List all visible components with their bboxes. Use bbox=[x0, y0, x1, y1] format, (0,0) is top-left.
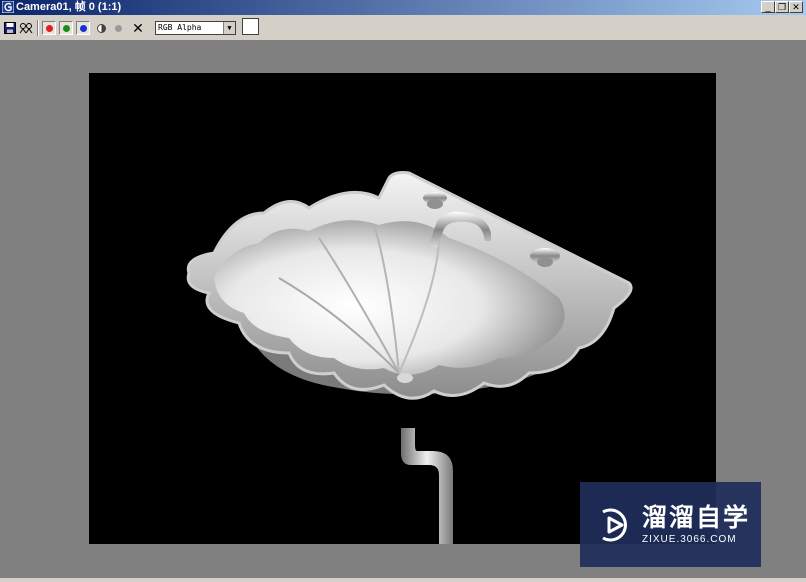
watermark-logo-text: 溜溜自学 bbox=[642, 504, 751, 532]
restore-button[interactable]: ❐ bbox=[775, 1, 789, 13]
watermark-url: ZIXUE.3066.COM bbox=[642, 534, 737, 545]
red-channel-icon[interactable] bbox=[42, 21, 56, 35]
rendered-sink-image bbox=[186, 171, 633, 544]
play-logo-icon bbox=[602, 508, 627, 542]
clear-icon[interactable]: ✕ bbox=[131, 21, 145, 35]
clear-glyph: ✕ bbox=[132, 20, 144, 36]
alpha-icon[interactable] bbox=[111, 21, 125, 35]
watermark: 溜溜自学 ZIXUE.3066.COM bbox=[580, 482, 761, 567]
background-color-swatch[interactable] bbox=[242, 18, 259, 35]
blue-channel-icon[interactable] bbox=[76, 21, 90, 35]
app-icon bbox=[2, 1, 14, 13]
save-icon[interactable] bbox=[3, 21, 17, 35]
green-channel-icon[interactable] bbox=[59, 21, 73, 35]
render-viewport bbox=[89, 73, 716, 544]
minimize-button[interactable]: _ bbox=[761, 1, 775, 13]
toolbar-separator bbox=[37, 20, 39, 36]
channel-select-value: RGB Alpha bbox=[158, 23, 202, 32]
render-toolbar: ✕ RGB Alpha ▼ bbox=[0, 15, 806, 41]
clone-icon[interactable] bbox=[19, 21, 33, 35]
title-bar: Camera01, 帧 0 (1:1) _ ❐ ✕ bbox=[0, 0, 806, 15]
close-button[interactable]: ✕ bbox=[789, 1, 803, 13]
mono-icon[interactable] bbox=[94, 21, 108, 35]
window-title: Camera01, 帧 0 (1:1) bbox=[16, 1, 122, 13]
status-bar bbox=[0, 578, 806, 582]
chevron-down-icon[interactable]: ▼ bbox=[223, 22, 235, 34]
channel-select[interactable]: RGB Alpha ▼ bbox=[155, 21, 236, 35]
